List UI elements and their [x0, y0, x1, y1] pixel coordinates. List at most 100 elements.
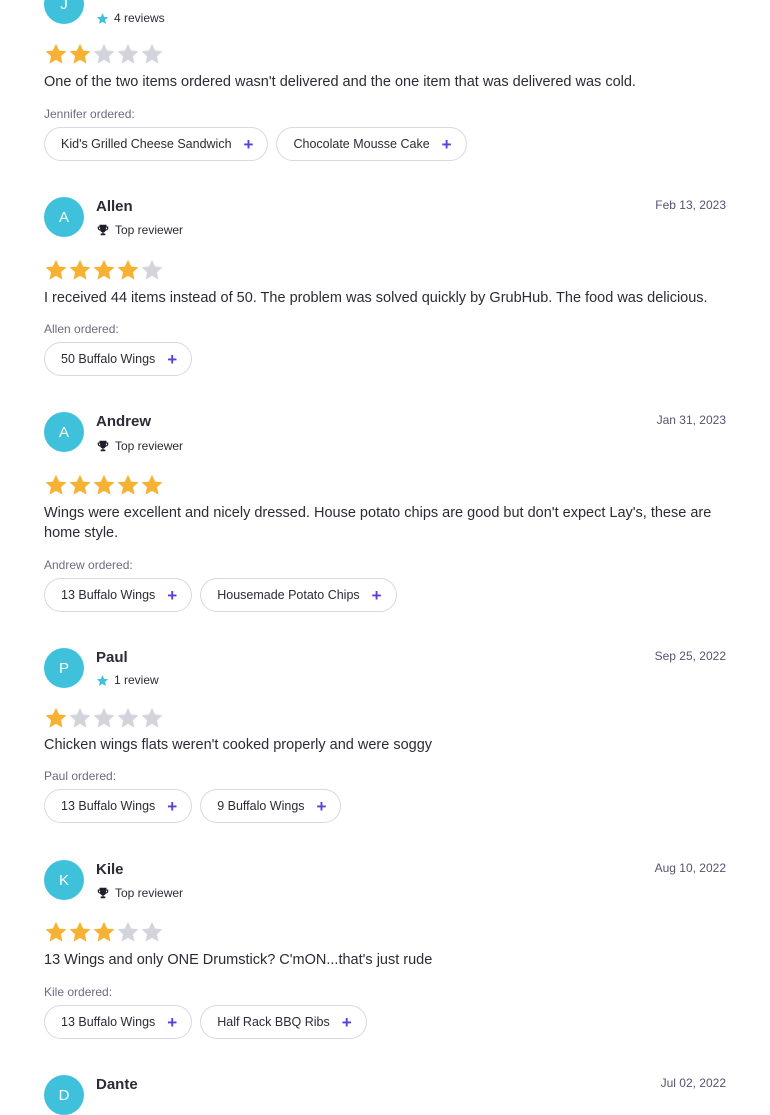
- star-filled-icon: [45, 43, 67, 64]
- trophy-icon: [97, 224, 109, 236]
- ordered-item-label: 13 Buffalo Wings: [61, 799, 156, 813]
- star-rating: [44, 473, 164, 497]
- review-text: One of the two items ordered wasn't deli…: [44, 74, 636, 90]
- trophy-icon: [97, 440, 109, 452]
- ordered-item-chip[interactable]: Kid's Grilled Cheese Sandwich +: [44, 127, 269, 161]
- star-filled-icon: [45, 474, 67, 495]
- reviewer-name[interactable]: Allen: [96, 198, 133, 215]
- ordered-item-label: 13 Buffalo Wings: [61, 1015, 156, 1029]
- plus-icon: +: [243, 134, 254, 154]
- star-filled-icon: [69, 474, 91, 495]
- star-rating: [44, 706, 164, 730]
- plus-icon: +: [167, 1012, 178, 1032]
- ordered-item-chip[interactable]: Housemade Potato Chips +: [200, 578, 397, 612]
- star-filled-icon: [93, 259, 115, 280]
- ordered-label: Allen ordered:: [44, 322, 119, 336]
- star-filled-icon: [93, 474, 115, 495]
- star-filled-icon: [45, 707, 67, 728]
- plus-icon: +: [441, 134, 452, 154]
- top-reviewer-label: Top reviewer: [115, 223, 184, 237]
- reviewer-name[interactable]: Andrew: [96, 413, 151, 430]
- ordered-item-chip[interactable]: 50 Buffalo Wings +: [44, 342, 193, 376]
- ordered-items: 13 Buffalo Wings + Housemade Potato Chips…: [44, 578, 397, 612]
- ordered-items: Kid's Grilled Cheese Sandwich + Chocolate…: [44, 127, 467, 161]
- star-empty-icon: [69, 707, 91, 728]
- star-filled-icon: [141, 474, 163, 495]
- review-date: Aug 10, 2022: [654, 861, 726, 875]
- star-icon: [96, 674, 109, 686]
- top-reviewer-label: Top reviewer: [115, 886, 184, 900]
- reviewer-name[interactable]: Paul: [96, 649, 128, 666]
- star-empty-icon: [141, 259, 163, 280]
- ordered-label: Jennifer ordered:: [44, 107, 135, 121]
- trophy-icon: [97, 887, 109, 899]
- star-rating: [44, 258, 164, 282]
- review-count-label: 1 review: [114, 673, 159, 687]
- review-count-badge: 4 reviews: [96, 11, 165, 25]
- top-reviewer-badge: Top reviewer: [96, 223, 183, 237]
- plus-icon: +: [371, 585, 382, 605]
- star-empty-icon: [141, 921, 163, 942]
- review-date: Sep 25, 2022: [654, 649, 726, 663]
- ordered-item-chip[interactable]: Half Rack BBQ Ribs +: [200, 1005, 367, 1039]
- review-count-label: 4 reviews: [114, 11, 165, 25]
- star-empty-icon: [117, 43, 139, 64]
- star-empty-icon: [141, 43, 163, 64]
- top-reviewer-badge: Top reviewer: [96, 439, 183, 453]
- reviewer-name[interactable]: Kile: [96, 861, 124, 878]
- ordered-item-label: Chocolate Mousse Cake: [293, 137, 430, 151]
- ordered-label: Paul ordered:: [44, 769, 117, 783]
- top-reviewer-label: Top reviewer: [115, 439, 184, 453]
- plus-icon: +: [167, 796, 178, 816]
- reviewer-name[interactable]: Dante: [96, 1076, 138, 1093]
- plus-icon: +: [316, 796, 327, 816]
- star-empty-icon: [117, 921, 139, 942]
- ordered-item-label: 13 Buffalo Wings: [61, 588, 156, 602]
- ordered-label: Andrew ordered:: [44, 558, 133, 572]
- ordered-item-label: Housemade Potato Chips: [217, 588, 360, 602]
- ordered-items: 13 Buffalo Wings + 9 Buffalo Wings +: [44, 789, 342, 823]
- star-filled-icon: [117, 474, 139, 495]
- avatar: K: [44, 860, 84, 900]
- star-filled-icon: [45, 259, 67, 280]
- star-rating: [44, 42, 164, 66]
- ordered-items: 13 Buffalo Wings + Half Rack BBQ Ribs +: [44, 1005, 367, 1039]
- review-date: Jan 31, 2023: [656, 413, 726, 427]
- reviews-list: J 4 reviews One of the two items ordered…: [0, 0, 770, 1115]
- plus-icon: +: [167, 585, 178, 605]
- review-text: I received 44 items instead of 50. The p…: [44, 290, 708, 306]
- star-filled-icon: [69, 43, 91, 64]
- ordered-item-chip[interactable]: Chocolate Mousse Cake +: [276, 127, 467, 161]
- star-filled-icon: [93, 921, 115, 942]
- ordered-items: 50 Buffalo Wings +: [44, 342, 193, 376]
- ordered-label: Kile ordered:: [44, 985, 113, 999]
- ordered-item-label: Kid's Grilled Cheese Sandwich: [61, 137, 232, 151]
- star-empty-icon: [141, 707, 163, 728]
- ordered-item-chip[interactable]: 13 Buffalo Wings +: [44, 578, 193, 612]
- review-date: Feb 13, 2023: [655, 198, 726, 212]
- star-icon: [96, 12, 109, 24]
- ordered-item-chip[interactable]: 9 Buffalo Wings +: [200, 789, 342, 823]
- ordered-item-chip[interactable]: 13 Buffalo Wings +: [44, 1005, 193, 1039]
- review-text: Wings were excellent and nicely dressed.…: [44, 505, 712, 541]
- star-rating: [44, 920, 164, 944]
- review-text: 13 Wings and only ONE Drumstick? C'mON..…: [44, 952, 433, 968]
- ordered-item-label: 9 Buffalo Wings: [217, 799, 305, 813]
- star-empty-icon: [117, 707, 139, 728]
- top-reviewer-badge: Top reviewer: [96, 886, 183, 900]
- avatar: A: [44, 197, 84, 237]
- ordered-item-label: Half Rack BBQ Ribs: [217, 1015, 330, 1029]
- plus-icon: +: [341, 1012, 352, 1032]
- review-count-badge: 1 review: [96, 673, 159, 687]
- star-filled-icon: [117, 259, 139, 280]
- star-filled-icon: [45, 921, 67, 942]
- review-date: Jul 02, 2022: [660, 1076, 726, 1090]
- star-filled-icon: [69, 259, 91, 280]
- star-filled-icon: [69, 921, 91, 942]
- star-empty-icon: [93, 43, 115, 64]
- plus-icon: +: [167, 349, 178, 369]
- review-text: Chicken wings flats weren't cooked prope…: [44, 737, 433, 753]
- avatar: J: [44, 0, 84, 24]
- ordered-item-chip[interactable]: 13 Buffalo Wings +: [44, 789, 193, 823]
- avatar: A: [44, 412, 84, 452]
